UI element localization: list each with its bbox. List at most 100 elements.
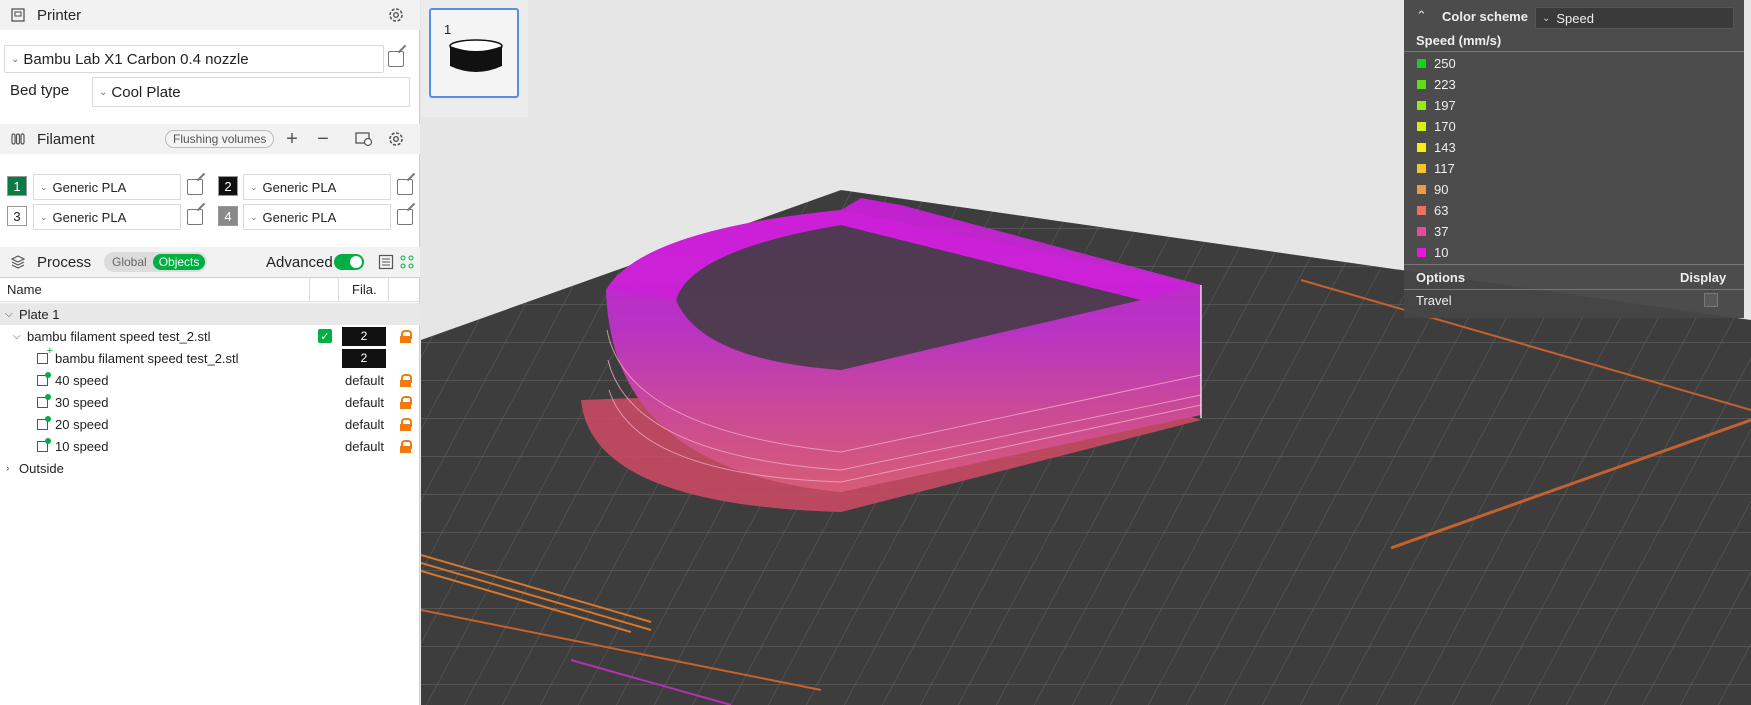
legend-value: 10 — [1434, 245, 1449, 260]
filament-icon — [9, 130, 27, 148]
legend-divider — [1404, 289, 1744, 290]
legend-swatch — [1417, 143, 1426, 152]
modifier-name: 40 speed — [55, 372, 109, 388]
filament-slot-1-name: Generic PLA — [52, 179, 127, 195]
legend-value: 117 — [1434, 161, 1455, 176]
filament-slot-2-edit-icon[interactable] — [397, 179, 413, 195]
filament-slot-4-select[interactable]: ⌄ Generic PLA — [243, 204, 391, 230]
legend-entry: 90 — [1404, 179, 1744, 200]
chevron-down-icon[interactable]: ⌵ — [5, 309, 13, 320]
modifier-name: 10 speed — [55, 438, 109, 454]
printer-select[interactable]: ⌄ Bambu Lab X1 Carbon 0.4 nozzle — [4, 45, 384, 73]
filament-slot-3-edit-icon[interactable] — [187, 209, 203, 225]
color-scheme-value: Speed — [1556, 10, 1594, 26]
column-divider — [338, 278, 339, 302]
legend-swatch — [1417, 80, 1426, 89]
modifier-filament[interactable]: default — [345, 373, 384, 388]
legend-entry: 223 — [1404, 74, 1744, 95]
modifier-filament[interactable]: default — [345, 417, 384, 432]
legend-swatch — [1417, 206, 1426, 215]
remove-filament-icon[interactable]: − — [314, 128, 332, 150]
printer-edit-icon[interactable] — [388, 51, 404, 67]
modifier-icon — [37, 393, 51, 408]
object-tree: Name Fila. ⌵ Plate 1 ⌵ bambu filament sp… — [0, 277, 420, 705]
flushing-volumes-button[interactable]: Flushing volumes — [165, 130, 275, 148]
legend-value: 170 — [1434, 119, 1456, 134]
part-filament-badge[interactable]: 2 — [342, 348, 386, 368]
filament-slot-4-edit-icon[interactable] — [397, 209, 413, 225]
tree-modifier-row[interactable]: 40 speed default — [0, 369, 420, 391]
legend-entry: 170 — [1404, 116, 1744, 137]
lock-icon[interactable] — [400, 417, 412, 431]
advanced-toggle[interactable] — [334, 254, 364, 270]
tree-object-row[interactable]: ⌵ bambu filament speed test_2.stl ✓ 2 — [0, 325, 420, 347]
lock-icon[interactable] — [400, 373, 412, 387]
tab-objects[interactable]: Objects — [152, 254, 206, 270]
legend-swatch — [1417, 101, 1426, 110]
list-view-icon[interactable] — [377, 253, 395, 271]
printer-title: Printer — [37, 6, 82, 24]
column-divider — [388, 278, 389, 302]
legend-swatch — [1417, 122, 1426, 131]
modifier-filament[interactable]: default — [345, 439, 384, 454]
bed-type-select[interactable]: ⌄ Cool Plate — [92, 77, 410, 107]
modifier-icon — [37, 437, 51, 452]
filament-slot-4-name: Generic PLA — [262, 209, 337, 225]
printer-settings-gear-icon[interactable] — [387, 6, 405, 24]
travel-display-checkbox[interactable] — [1704, 293, 1718, 307]
object-printable-checkbox[interactable]: ✓ — [318, 329, 332, 343]
chevron-down-icon[interactable]: ⌵ — [13, 331, 21, 342]
lock-icon[interactable] — [400, 329, 412, 343]
legend-entry: 10 — [1404, 242, 1744, 263]
filament-slot-2-select[interactable]: ⌄ Generic PLA — [243, 174, 391, 200]
collapse-chevron-up-icon[interactable]: ⌃ — [1416, 8, 1427, 24]
compare-presets-icon[interactable] — [398, 253, 416, 271]
filament-slot-1-select[interactable]: ⌄ Generic PLA — [33, 174, 181, 200]
process-scope-toggle: Global Objects — [104, 252, 208, 272]
options-label: Options — [1416, 270, 1466, 285]
chevron-down-icon: ⌄ — [40, 181, 48, 192]
filament-slot-4-number[interactable]: 4 — [218, 206, 238, 226]
speed-unit-label: Speed (mm/s) — [1416, 33, 1502, 48]
color-scheme-select[interactable]: ⌄ Speed — [1535, 7, 1734, 29]
tree-outside-row[interactable]: › Outside — [0, 457, 420, 479]
legend-value: 197 — [1434, 98, 1456, 113]
column-filament[interactable]: Fila. — [352, 282, 377, 297]
printer-icon — [9, 6, 27, 24]
filament-slot-1-number[interactable]: 1 — [7, 176, 27, 196]
tab-global[interactable]: Global — [106, 254, 153, 270]
lock-icon[interactable] — [400, 439, 412, 453]
legend-value: 223 — [1434, 77, 1456, 92]
process-layers-icon — [9, 253, 27, 271]
filament-title: Filament — [37, 130, 95, 148]
column-name[interactable]: Name — [7, 282, 42, 297]
process-section-header: Process Global Objects Advanced — [0, 247, 420, 277]
legend-value: 143 — [1434, 140, 1456, 155]
chevron-right-icon[interactable]: › — [6, 463, 9, 474]
modifier-filament[interactable]: default — [345, 395, 384, 410]
filament-slot-1-edit-icon[interactable] — [187, 179, 203, 195]
legend-panel: ⌃ Color scheme ⌄ Speed Speed (mm/s) 250 2… — [1404, 0, 1744, 318]
lock-icon[interactable] — [400, 395, 412, 409]
modifier-icon — [37, 415, 51, 430]
object-filament-badge[interactable]: 2 — [342, 326, 386, 346]
legend-value: 90 — [1434, 182, 1449, 197]
tree-modifier-row[interactable]: 30 speed default — [0, 391, 420, 413]
filament-slot-2-number[interactable]: 2 — [218, 176, 238, 196]
part-name: bambu filament speed test_2.stl — [55, 350, 239, 366]
tree-plate-row[interactable]: ⌵ Plate 1 — [0, 303, 420, 325]
plate-thumbnail[interactable]: 1 — [429, 8, 519, 98]
tree-part-row[interactable]: bambu filament speed test_2.stl 2 — [0, 345, 420, 369]
chevron-down-icon: ⌄ — [11, 53, 20, 65]
legend-entry: 37 — [1404, 221, 1744, 242]
modifier-name: 30 speed — [55, 394, 109, 410]
filament-slot-3-number[interactable]: 3 — [7, 206, 27, 226]
filament-sync-icon[interactable] — [355, 130, 373, 148]
chevron-down-icon: ⌄ — [99, 86, 108, 98]
filament-settings-gear-icon[interactable] — [387, 130, 405, 148]
tree-modifier-row[interactable]: 20 speed default — [0, 413, 420, 435]
legend-swatch — [1417, 227, 1426, 236]
add-filament-icon[interactable]: + — [283, 128, 301, 150]
filament-slot-3-select[interactable]: ⌄ Generic PLA — [33, 204, 181, 230]
tree-modifier-row[interactable]: 10 speed default — [0, 435, 420, 457]
